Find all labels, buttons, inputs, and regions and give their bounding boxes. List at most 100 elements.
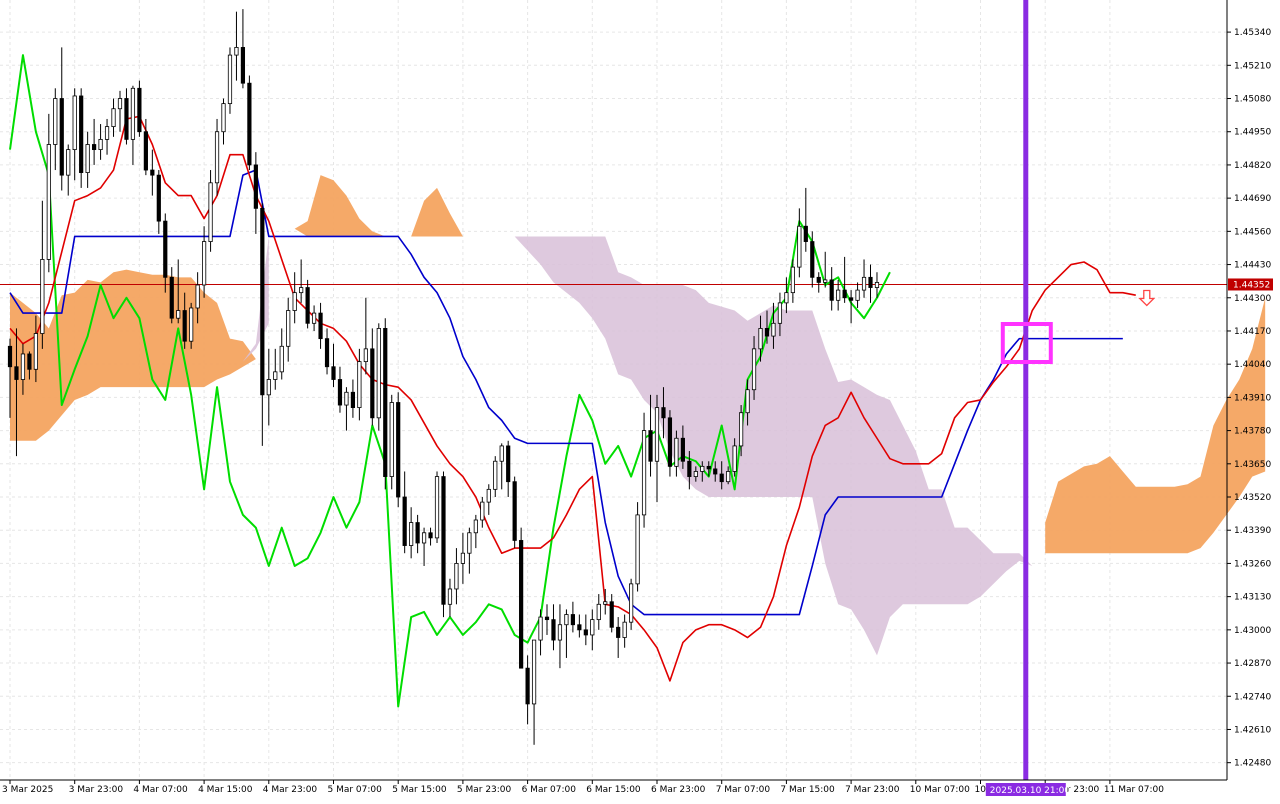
candle-bearish bbox=[849, 297, 854, 301]
candle-bearish bbox=[370, 348, 375, 419]
candle-bearish bbox=[551, 619, 556, 641]
candle-bearish bbox=[350, 391, 356, 409]
candle-bearish bbox=[661, 407, 666, 419]
candle-bullish bbox=[376, 328, 381, 419]
candle-bullish bbox=[104, 126, 110, 140]
candle-bearish bbox=[441, 476, 446, 605]
candle-bullish bbox=[861, 276, 867, 291]
price-tick-label: 1.44430 bbox=[1234, 261, 1271, 271]
candle-bullish bbox=[564, 614, 569, 626]
candle-bullish bbox=[499, 445, 504, 462]
time-tick-label: 4 Mar 23:00 bbox=[263, 785, 318, 795]
candle-bearish bbox=[428, 532, 433, 539]
candle-bearish bbox=[324, 338, 330, 368]
current-price-label: 1.44352 bbox=[1233, 280, 1270, 290]
candle-bearish bbox=[156, 174, 161, 222]
candle-bullish bbox=[286, 310, 291, 347]
price-tick-label: 1.43910 bbox=[1234, 393, 1271, 403]
candle-bearish bbox=[92, 144, 97, 151]
candle-bearish bbox=[583, 629, 588, 636]
candle-bearish bbox=[810, 241, 815, 278]
candle-bullish bbox=[344, 391, 349, 406]
chart-container[interactable]: 1.45340 1.45210 1.45080 1.44950 1.44820 1.446… bbox=[0, 0, 1280, 800]
candle-bearish bbox=[143, 131, 148, 171]
candle-bullish bbox=[784, 292, 789, 304]
candle-bullish bbox=[732, 445, 737, 472]
price-tick-label: 1.43000 bbox=[1234, 626, 1271, 636]
candle-bullish bbox=[117, 98, 123, 110]
candle-bearish bbox=[137, 87, 142, 133]
price-tick-label: 1.44950 bbox=[1234, 128, 1271, 138]
candle-bullish bbox=[111, 108, 116, 128]
candle-bullish bbox=[590, 619, 595, 636]
candle-bullish bbox=[266, 379, 271, 396]
candle-bullish bbox=[473, 519, 478, 534]
candle-bullish bbox=[635, 514, 640, 585]
candle-bearish bbox=[383, 328, 388, 477]
candle-bullish bbox=[493, 460, 498, 490]
candle-bullish bbox=[409, 522, 414, 546]
cursor-time-label: 2025.03.10 21:00 bbox=[990, 786, 1071, 796]
time-tick-label: 7 Mar 07:00 bbox=[716, 785, 771, 795]
candle-bullish bbox=[311, 312, 317, 324]
price-tick-label: 1.44820 bbox=[1234, 161, 1271, 171]
price-tick-label: 1.42740 bbox=[1234, 692, 1271, 702]
price-tick-label: 1.42870 bbox=[1234, 659, 1271, 669]
time-tick-label: 6 Mar 07:00 bbox=[522, 785, 577, 795]
price-tick-label: 1.44300 bbox=[1234, 294, 1271, 304]
candle-bullish bbox=[72, 95, 77, 151]
candle-bullish bbox=[622, 621, 627, 638]
candle-bullish bbox=[874, 282, 880, 288]
candle-bearish bbox=[525, 667, 530, 705]
candle-bullish bbox=[98, 138, 103, 151]
candle-bullish bbox=[739, 412, 744, 447]
candle-bullish bbox=[693, 471, 698, 477]
candle-bullish bbox=[85, 144, 90, 173]
candle-bullish bbox=[777, 302, 783, 324]
candle-bullish bbox=[208, 182, 213, 242]
time-tick-label: 5 Mar 15:00 bbox=[392, 785, 447, 795]
candle-bearish bbox=[506, 445, 511, 483]
candle-bullish bbox=[176, 310, 181, 319]
candle-bullish bbox=[363, 348, 368, 363]
candle-bullish bbox=[53, 98, 58, 145]
candle-bullish bbox=[46, 144, 51, 260]
candle-bearish bbox=[247, 82, 252, 166]
candle-bearish bbox=[27, 353, 32, 370]
time-tick-label: 6 Mar 23:00 bbox=[651, 785, 706, 795]
candle-bullish bbox=[221, 103, 226, 133]
time-tick-label: 3 Mar 23:00 bbox=[69, 785, 124, 795]
candle-bullish bbox=[234, 47, 239, 56]
candle-bullish bbox=[557, 624, 563, 641]
candle-bullish bbox=[66, 149, 71, 176]
time-tick-label: 11 Mar 07:00 bbox=[1104, 785, 1164, 795]
current-price-tag: 1.44352 bbox=[1228, 278, 1273, 291]
candle-bullish bbox=[273, 371, 278, 380]
candle-bearish bbox=[868, 276, 873, 288]
ichimoku-chart[interactable]: 1.45340 1.45210 1.45080 1.44950 1.44820 1.446… bbox=[0, 0, 1280, 800]
price-tick-label: 1.43520 bbox=[1234, 493, 1271, 503]
price-tick-label: 1.44690 bbox=[1234, 194, 1271, 204]
candle-bearish bbox=[79, 95, 84, 173]
time-tick-label: 7 Mar 23:00 bbox=[845, 785, 900, 795]
candle-bullish bbox=[654, 407, 660, 462]
candle-bullish bbox=[745, 389, 750, 414]
price-tick-label: 1.45080 bbox=[1234, 95, 1271, 105]
candle-bearish bbox=[169, 276, 174, 319]
candle-bullish bbox=[389, 402, 394, 477]
candle-bullish bbox=[460, 552, 466, 564]
time-tick-label: 4 Mar 07:00 bbox=[133, 785, 188, 795]
candle-bearish bbox=[667, 417, 673, 467]
candle-bullish bbox=[214, 131, 220, 184]
price-tick-label: 1.43390 bbox=[1234, 526, 1271, 536]
candle-bearish bbox=[544, 616, 550, 621]
candle-bearish bbox=[150, 169, 155, 176]
candle-bearish bbox=[318, 312, 323, 340]
candle-bearish bbox=[706, 465, 711, 470]
candle-bullish bbox=[855, 289, 860, 301]
candle-bearish bbox=[648, 430, 653, 462]
candle-bullish bbox=[454, 563, 459, 590]
time-tick-label: 5 Mar 07:00 bbox=[328, 785, 383, 795]
candle-bearish bbox=[253, 164, 258, 209]
candle-bullish bbox=[447, 588, 453, 605]
